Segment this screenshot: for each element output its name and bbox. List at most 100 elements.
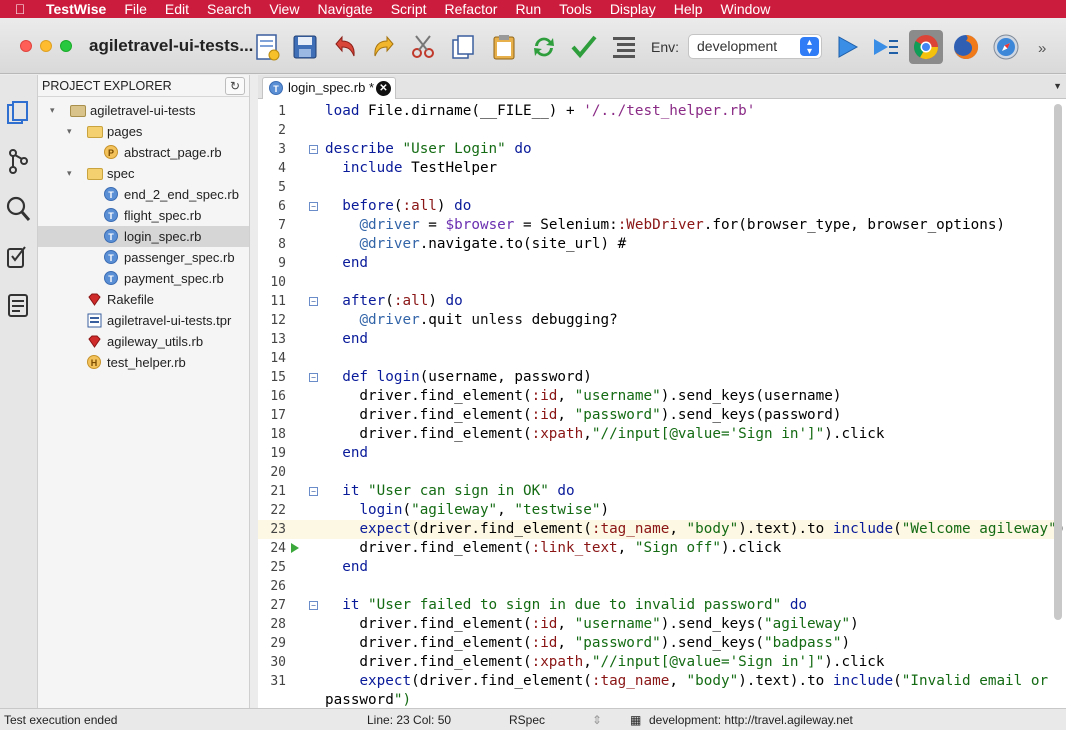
code-line[interactable]: 15 − def login(username, password): [258, 368, 1058, 387]
test-tools-icon[interactable]: [4, 243, 32, 271]
menu-edit[interactable]: Edit: [156, 0, 198, 18]
code-line[interactable]: 9 end: [258, 254, 1058, 273]
notes-icon[interactable]: [4, 291, 32, 319]
refresh-button[interactable]: [527, 30, 561, 64]
firefox-browser-button[interactable]: [949, 30, 983, 64]
tree-item[interactable]: Tpassenger_spec.rb: [38, 247, 249, 268]
code-line[interactable]: 11 − after(:all) do: [258, 292, 1058, 311]
code-line[interactable]: 8 @driver.navigate.to(site_url) #: [258, 235, 1058, 254]
tree-item[interactable]: ▾ agiletravel-ui-tests: [38, 100, 249, 121]
fold-toggle-icon[interactable]: −: [309, 145, 318, 154]
code-line[interactable]: 4 include TestHelper: [258, 159, 1058, 178]
minimize-window-button[interactable]: [40, 40, 52, 52]
code-line[interactable]: 24 driver.find_element(:link_text, "Sign…: [258, 539, 1058, 558]
menu-view[interactable]: View: [260, 0, 308, 18]
menu-search[interactable]: Search: [198, 0, 260, 18]
copy-button[interactable]: [446, 30, 480, 64]
code-line[interactable]: 3 − describe "User Login" do: [258, 140, 1058, 159]
tab-list-dropdown-icon[interactable]: ▼: [1053, 81, 1062, 91]
tree-item[interactable]: ▾ pages: [38, 121, 249, 142]
code-line[interactable]: 20: [258, 463, 1058, 482]
search-icon[interactable]: [4, 195, 32, 223]
code-line[interactable]: 14: [258, 349, 1058, 368]
close-tab-icon[interactable]: ✕: [376, 81, 391, 96]
explorer-refresh-button[interactable]: ↻: [225, 77, 245, 95]
tree-item[interactable]: ▾ spec: [38, 163, 249, 184]
tab-login-spec[interactable]: T login_spec.rb * ✕: [262, 77, 396, 99]
code-line[interactable]: 12 @driver.quit unless debugging?: [258, 311, 1058, 330]
code-editor[interactable]: 1 load File.dirname(__FILE__) + '/../test…: [258, 99, 1066, 708]
menu-run[interactable]: Run: [506, 0, 550, 18]
code-line[interactable]: 5: [258, 178, 1058, 197]
run-button[interactable]: [830, 30, 864, 64]
fold-toggle-icon[interactable]: −: [309, 487, 318, 496]
files-icon[interactable]: [4, 99, 32, 127]
tree-item[interactable]: Tlogin_spec.rb: [38, 226, 249, 247]
project-file-icon: [87, 313, 102, 328]
toolbar-overflow-icon[interactable]: »: [1038, 40, 1046, 57]
code-line[interactable]: 19 end: [258, 444, 1058, 463]
code-line[interactable]: 13 end: [258, 330, 1058, 349]
editor-vertical-scrollbar[interactable]: [1054, 104, 1062, 620]
zoom-window-button[interactable]: [60, 40, 72, 52]
expand-chevron-icon[interactable]: ▾: [67, 163, 72, 184]
code-line[interactable]: 17 driver.find_element(:id, "password").…: [258, 406, 1058, 425]
fold-toggle-icon[interactable]: −: [309, 202, 318, 211]
chrome-browser-button[interactable]: [909, 30, 943, 64]
menu-file[interactable]: File: [115, 0, 156, 18]
tree-item[interactable]: Htest_helper.rb: [38, 352, 249, 373]
tree-item[interactable]: Pabstract_page.rb: [38, 142, 249, 163]
redo-button[interactable]: [367, 30, 401, 64]
fold-toggle-icon[interactable]: −: [309, 601, 318, 610]
run-all-button[interactable]: [869, 30, 903, 64]
code-line[interactable]: 31 expect(driver.find_element(:tag_name,…: [258, 672, 1058, 691]
code-line[interactable]: 10: [258, 273, 1058, 292]
menu-display[interactable]: Display: [601, 0, 665, 18]
code-line[interactable]: 16 driver.find_element(:id, "username").…: [258, 387, 1058, 406]
menu-refactor[interactable]: Refactor: [436, 0, 507, 18]
code-line[interactable]: 21 − it "User can sign in OK" do: [258, 482, 1058, 501]
code-line[interactable]: 6 − before(:all) do: [258, 197, 1058, 216]
code-line[interactable]: 26: [258, 577, 1058, 596]
code-line[interactable]: 23 expect(driver.find_element(:tag_name,…: [258, 520, 1065, 539]
code-line[interactable]: 30 driver.find_element(:xpath,"//input[@…: [258, 653, 1058, 672]
code-line[interactable]: 22 login("agileway", "testwise"): [258, 501, 1058, 520]
expand-chevron-icon[interactable]: ▾: [67, 121, 72, 142]
menu-navigate[interactable]: Navigate: [308, 0, 381, 18]
tree-item[interactable]: Tpayment_spec.rb: [38, 268, 249, 289]
env-select[interactable]: development ▴ ▾: [688, 34, 822, 59]
undo-button[interactable]: [328, 30, 362, 64]
code-line[interactable]: 27 − it "User failed to sign in due to in…: [258, 596, 1058, 615]
code-line[interactable]: 18 driver.find_element(:xpath,"//input[@…: [258, 425, 1058, 444]
code-line[interactable]: 28 driver.find_element(:id, "username").…: [258, 615, 1058, 634]
menu-help[interactable]: Help: [665, 0, 712, 18]
check-button[interactable]: [567, 30, 601, 64]
code-line[interactable]: 29 driver.find_element(:id, "password").…: [258, 634, 1058, 653]
code-line[interactable]: 7 @driver = $browser = Selenium::WebDriv…: [258, 216, 1058, 235]
new-file-button[interactable]: [250, 30, 284, 64]
menu-script[interactable]: Script: [382, 0, 436, 18]
tree-item[interactable]: Rakefile: [38, 289, 249, 310]
code-line[interactable]: 25 end: [258, 558, 1058, 577]
safari-browser-button[interactable]: [989, 30, 1023, 64]
fold-toggle-icon[interactable]: −: [309, 373, 318, 382]
code-line[interactable]: 2: [258, 121, 1058, 140]
paste-button[interactable]: [487, 30, 521, 64]
apple-icon[interactable]: : [0, 1, 40, 17]
git-branch-icon[interactable]: [4, 147, 32, 175]
fold-toggle-icon[interactable]: −: [309, 297, 318, 306]
expand-chevron-icon[interactable]: ▾: [50, 100, 55, 121]
save-button[interactable]: [288, 30, 322, 64]
code-line[interactable]: 1 load File.dirname(__FILE__) + '/../test…: [258, 102, 1058, 121]
code-line[interactable]: password"): [258, 691, 1058, 708]
tree-item[interactable]: Tend_2_end_spec.rb: [38, 184, 249, 205]
menu-app-name[interactable]: TestWise: [40, 0, 115, 18]
close-window-button[interactable]: [20, 40, 32, 52]
cut-button[interactable]: [406, 30, 440, 64]
tree-item[interactable]: agiletravel-ui-tests.tpr: [38, 310, 249, 331]
format-button[interactable]: [607, 30, 641, 64]
tree-item[interactable]: Tflight_spec.rb: [38, 205, 249, 226]
menu-window[interactable]: Window: [712, 0, 780, 18]
tree-item[interactable]: agileway_utils.rb: [38, 331, 249, 352]
menu-tools[interactable]: Tools: [550, 0, 601, 18]
